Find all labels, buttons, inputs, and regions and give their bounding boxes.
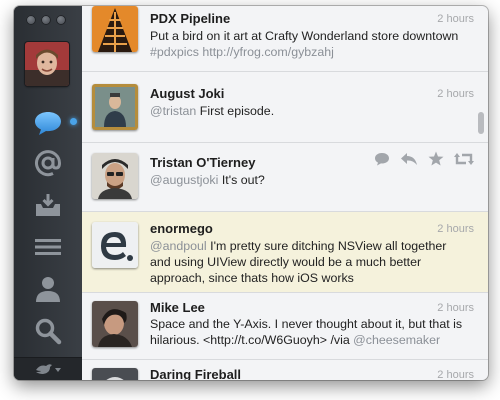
bird-dropdown-icon bbox=[36, 364, 61, 374]
tweet-text: Put a bird on it art at Crafty Wonderlan… bbox=[150, 28, 470, 60]
tweet-actions bbox=[374, 151, 474, 166]
tweet-text: @augustjoki It's out? bbox=[150, 172, 470, 188]
tweet-hashtag[interactable]: #pdxpics bbox=[150, 45, 199, 59]
tweet-author[interactable]: Daring Fireball bbox=[150, 367, 241, 380]
speech-bubble-icon bbox=[35, 112, 61, 135]
person-icon bbox=[36, 277, 60, 302]
tweet-author[interactable]: Tristan O'Tierney bbox=[150, 155, 255, 170]
retweet-icon[interactable] bbox=[454, 152, 474, 166]
tweet-item[interactable]: Mike Lee 2 hours Space and the Y-Axis. I… bbox=[82, 293, 488, 360]
star-icon[interactable] bbox=[428, 151, 444, 166]
tweet-time[interactable]: 2 hours bbox=[437, 302, 474, 314]
tweet-avatar[interactable] bbox=[92, 368, 138, 380]
tweet-author[interactable]: August Joki bbox=[150, 86, 224, 101]
tweet-text-body: First episode. bbox=[196, 104, 275, 118]
account-avatar[interactable] bbox=[25, 42, 69, 86]
tweet-time[interactable]: 2 hours bbox=[437, 369, 474, 380]
tweet-author[interactable]: Mike Lee bbox=[150, 300, 205, 315]
sidebar-item-messages[interactable] bbox=[14, 186, 82, 224]
tweet-time[interactable]: 2 hours bbox=[437, 88, 474, 100]
tweet-author[interactable]: PDX Pipeline bbox=[150, 11, 230, 26]
inbox-icon bbox=[36, 194, 60, 216]
tweet-text-body: Put a bird on it art at Crafty Wonderlan… bbox=[150, 29, 459, 43]
tweet-time[interactable]: 2 hours bbox=[437, 13, 474, 25]
tweet-mention[interactable]: @cheesemaker bbox=[353, 333, 440, 347]
tweet-timeline[interactable]: PDX Pipeline 2 hours Put a bird on it ar… bbox=[82, 6, 488, 380]
tweet-mention[interactable]: @andpoul bbox=[150, 239, 207, 253]
tweet-avatar[interactable] bbox=[92, 84, 138, 130]
tweet-mention[interactable]: @tristan bbox=[150, 104, 196, 118]
sidebar-item-lists[interactable] bbox=[14, 228, 82, 266]
tweet-avatar[interactable] bbox=[92, 301, 138, 347]
reply-bubble-icon[interactable] bbox=[374, 152, 390, 166]
zoom-window-button[interactable] bbox=[56, 15, 66, 25]
window-controls bbox=[26, 15, 66, 25]
list-lines-icon bbox=[35, 239, 61, 255]
sidebar-item-profile[interactable] bbox=[14, 270, 82, 308]
tweet-item[interactable]: August Joki 2 hours @tristan First episo… bbox=[82, 72, 488, 143]
tweet-avatar[interactable] bbox=[92, 222, 138, 268]
tweet-time[interactable]: 2 hours bbox=[437, 223, 474, 235]
timeline-scrollbar[interactable] bbox=[478, 112, 484, 134]
minimize-window-button[interactable] bbox=[41, 15, 51, 25]
magnifier-icon bbox=[35, 318, 62, 345]
tweet-item[interactable]: enormego 2 hours @andpoul I'm pretty sur… bbox=[82, 212, 488, 293]
tweet-item[interactable]: Daring Fireball 2 hours bbox=[82, 360, 488, 380]
sidebar-item-search[interactable] bbox=[14, 312, 82, 350]
tweet-avatar[interactable] bbox=[92, 6, 138, 52]
tweet-item[interactable]: PDX Pipeline 2 hours Put a bird on it ar… bbox=[82, 6, 488, 72]
twitter-window: PDX Pipeline 2 hours Put a bird on it ar… bbox=[14, 6, 488, 380]
bird-menu-button[interactable] bbox=[14, 357, 82, 380]
tweet-link[interactable]: http://yfrog.com/gybzahj bbox=[202, 45, 334, 59]
sidebar bbox=[14, 6, 82, 380]
sidebar-item-mentions[interactable] bbox=[14, 144, 82, 182]
tweet-author[interactable]: enormego bbox=[150, 221, 213, 236]
tweet-text: @tristan First episode. bbox=[150, 103, 470, 119]
tweet-avatar[interactable] bbox=[92, 153, 138, 199]
active-indicator bbox=[70, 118, 77, 125]
tweet-text: @andpoul I'm pretty sure ditching NSView… bbox=[150, 238, 470, 286]
tweet-mention[interactable]: @augustjoki bbox=[150, 173, 218, 187]
tweet-text-body: It's out? bbox=[218, 173, 265, 187]
reply-arrow-icon[interactable] bbox=[400, 152, 418, 166]
tweet-item[interactable]: Tristan O'Tierney @augustjoki It's out? bbox=[82, 143, 488, 212]
close-window-button[interactable] bbox=[26, 15, 36, 25]
tweet-text: Space and the Y-Axis. I never thought ab… bbox=[150, 316, 470, 348]
at-sign-icon bbox=[35, 150, 62, 177]
